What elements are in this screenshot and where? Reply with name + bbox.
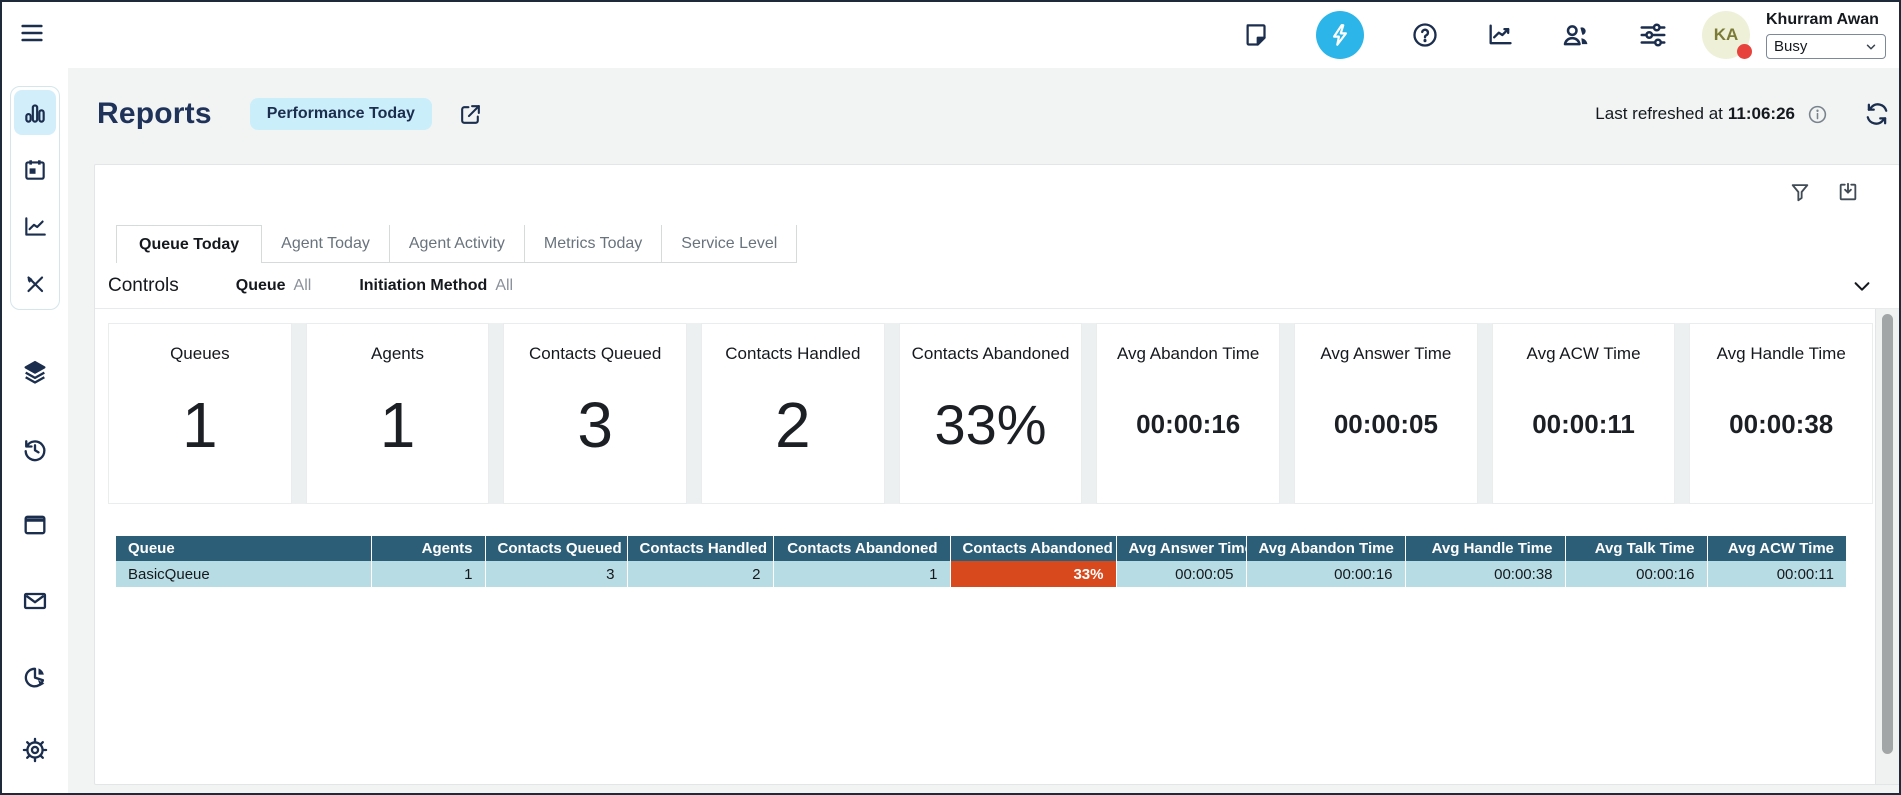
mail-icon [21,587,49,615]
table-header-row: Queue Agents Contacts Queued Contacts Ha… [116,536,1846,561]
report-tabs: Queue Today Agent Today Agent Activity M… [116,225,797,263]
metric-card-queues: Queues 1 [108,323,292,504]
tab-queue-today[interactable]: Queue Today [116,225,262,263]
pie-chart-icon [21,663,49,691]
sidebar-item-mail[interactable] [2,587,68,615]
metric-card-avg-handle-time: Avg Handle Time 00:00:38 [1689,323,1873,504]
tab-agent-activity[interactable]: Agent Activity [390,225,525,263]
controls-row: Controls Queue All Initiation Method All [95,263,1899,309]
sidebar-item-settings[interactable] [2,736,68,764]
metrics-chart-icon[interactable] [1486,21,1514,49]
status-select[interactable]: Busy [1766,34,1886,59]
col-agents: Agents [371,536,485,561]
status-select-value: Busy [1774,38,1807,55]
col-avg-handle-time: Avg Handle Time [1405,536,1565,561]
sidebar [2,68,68,795]
col-queue: Queue [116,536,371,561]
summary-cards: Queues 1 Agents 1 Contacts Queued 3 Cont… [108,323,1873,504]
col-contacts-handled: Contacts Handled [627,536,773,561]
quick-actions-lightning-icon[interactable] [1316,11,1364,59]
table-row[interactable]: BasicQueue 1 3 2 1 33% 00:00:05 00:00:16… [116,561,1846,587]
users-icon[interactable] [1561,20,1591,50]
bar-chart-icon [22,100,48,126]
col-avg-abandon-time: Avg Abandon Time [1246,536,1405,561]
tab-metrics-today[interactable]: Metrics Today [525,225,662,263]
metric-card-avg-acw-time: Avg ACW Time 00:00:11 [1492,323,1676,504]
busy-status-dot [1737,44,1752,59]
filter-initiation-method[interactable]: Initiation Method All [359,277,513,295]
tab-service-level[interactable]: Service Level [662,225,797,263]
report-badge: Performance Today [250,98,432,130]
sidebar-item-layers[interactable] [2,358,68,386]
queue-metrics-table: Queue Agents Contacts Queued Contacts Ha… [116,536,1846,587]
gear-icon [21,736,49,764]
page-title: Reports [97,97,212,131]
user-name: Khurram Awan [1766,11,1892,29]
controls-collapse-chevron-icon[interactable] [1851,275,1873,297]
content-area: Reports Performance Today Last refreshed… [68,68,1901,795]
last-refreshed-time: 11:06:26 [1728,104,1795,124]
page-header: Reports Performance Today Last refreshed… [97,86,1890,142]
metric-card-contacts-abandoned: Contacts Abandoned 33% [899,323,1083,504]
download-icon[interactable] [1837,181,1859,203]
card-actions [1789,181,1859,203]
col-contacts-abandoned: Contacts Abandoned [773,536,950,561]
note-icon[interactable] [1242,22,1269,49]
tab-agent-today[interactable]: Agent Today [262,225,390,263]
sidebar-item-workspace[interactable] [2,511,68,539]
sidebar-item-historical-metrics[interactable] [14,204,56,249]
metric-card-contacts-queued: Contacts Queued 3 [503,323,687,504]
filter-icon[interactable] [1789,181,1811,203]
sidebar-item-dashboard-designer[interactable] [14,261,56,306]
calendar-icon [22,157,48,183]
window-icon [21,511,49,539]
metric-card-avg-answer-time: Avg Answer Time 00:00:05 [1294,323,1478,504]
line-chart-icon [22,214,48,240]
top-bar: KA Khurram Awan Busy [2,2,1899,68]
chevron-down-icon [1864,40,1878,54]
sidebar-item-history[interactable] [2,436,68,464]
col-avg-acw-time: Avg ACW Time [1707,536,1846,561]
cell-abandoned-pct-alert: 33% [950,561,1116,587]
metric-card-contacts-handled: Contacts Handled 2 [701,323,885,504]
refresh-icon[interactable] [1864,101,1890,127]
user-avatar[interactable]: KA [1702,11,1750,59]
last-refreshed: Last refreshed at 11:06:26 [1595,101,1890,127]
col-avg-talk-time: Avg Talk Time [1565,536,1707,561]
history-icon [21,436,49,464]
layers-icon [21,358,49,386]
external-link-icon[interactable] [458,102,483,127]
controls-label: Controls [108,275,179,297]
settings-sliders-icon[interactable] [1638,20,1668,50]
info-icon[interactable] [1807,104,1828,125]
last-refreshed-label: Last refreshed at [1595,104,1723,124]
help-icon[interactable] [1411,21,1439,49]
sidebar-nav-group [10,86,60,310]
hamburger-menu-icon[interactable] [18,19,46,47]
sidebar-item-reports-pie[interactable] [2,663,68,691]
metric-card-avg-abandon-time: Avg Abandon Time 00:00:16 [1096,323,1280,504]
filter-queue[interactable]: Queue All [236,277,312,295]
vertical-scrollbar[interactable] [1875,309,1899,784]
topbar-action-icons [1242,2,1668,68]
report-card: Queue Today Agent Today Agent Activity M… [94,164,1900,785]
scrollbar-thumb[interactable] [1882,314,1893,754]
sidebar-item-realtime-metrics[interactable] [14,90,56,135]
col-avg-answer-time: Avg Answer Time [1116,536,1246,561]
design-brush-icon [22,271,48,297]
app-window: KA Khurram Awan Busy [0,0,1901,795]
user-block: Khurram Awan Busy [1766,11,1892,59]
cell-queue-name[interactable]: BasicQueue [116,561,371,587]
metric-card-agents: Agents 1 [306,323,490,504]
col-contacts-abandoned-pct: Contacts Abandoned % [950,536,1116,561]
col-contacts-queued: Contacts Queued [485,536,627,561]
sidebar-item-scheduled-reports[interactable] [14,147,56,192]
